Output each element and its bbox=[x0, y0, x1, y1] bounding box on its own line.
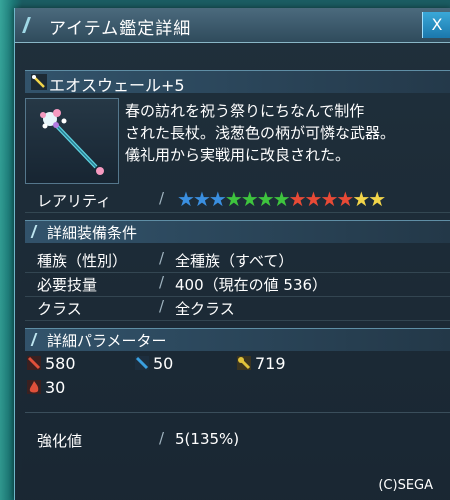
param-value: 50 bbox=[153, 354, 174, 373]
requirement-row-class: クラス / 全クラス bbox=[25, 296, 450, 321]
technique-attack-icon bbox=[237, 356, 251, 370]
requirements-title: 詳細装備条件 bbox=[47, 224, 138, 242]
grind-label: 強化値 bbox=[37, 432, 83, 450]
separator: / bbox=[159, 189, 165, 207]
requirement-row-skill: 必要技量 / 400（現在の値 536） bbox=[25, 272, 450, 297]
rarity-star-icon: ★ bbox=[272, 187, 291, 211]
item-appraisal-window: アイテム鑑定詳細 X エオスウェール+5 春の訪れを祝う祭りにちなんで制作 され… bbox=[14, 8, 450, 500]
parameters-title: 詳細パラメーター bbox=[47, 332, 167, 350]
close-icon: X bbox=[431, 15, 443, 34]
separator: / bbox=[159, 273, 165, 291]
rarity-star-icon: ★ bbox=[224, 187, 243, 211]
rarity-star-icon: ★ bbox=[240, 187, 259, 211]
description-line: 儀礼用から実戦用に改良された。 bbox=[125, 146, 351, 164]
rarity-star-icon: ★ bbox=[368, 187, 386, 211]
requirement-label: クラス bbox=[37, 300, 82, 318]
divider bbox=[25, 412, 450, 413]
title-bar: アイテム鑑定詳細 X bbox=[15, 8, 450, 43]
separator: / bbox=[159, 297, 165, 315]
window-title: アイテム鑑定詳細 bbox=[49, 19, 192, 39]
requirement-value: 全クラス bbox=[175, 300, 235, 318]
title-accent bbox=[22, 17, 45, 33]
rarity-star-icon: ★ bbox=[336, 187, 354, 211]
rarity-row: レアリティ / ★★★★★★★★★★★★★ bbox=[25, 188, 450, 213]
parameters-section-header: 詳細パラメーター bbox=[25, 328, 450, 351]
rarity-star-icon: ★ bbox=[352, 187, 370, 211]
rarity-star-icon: ★ bbox=[256, 187, 275, 211]
separator: / bbox=[159, 249, 165, 267]
rarity-stars: ★★★★★★★★★★★★★ bbox=[177, 187, 386, 211]
item-name: エオスウェール+5 bbox=[49, 76, 185, 95]
requirement-label: 種族（性別） bbox=[37, 252, 128, 270]
item-description: 春の訪れを祝う祭りにちなんで制作 された長杖。浅葱色の柄が可憐な武器。 儀礼用か… bbox=[125, 100, 445, 166]
striking-attack-icon bbox=[27, 356, 41, 370]
section-bullet bbox=[30, 225, 46, 238]
requirement-value: 全種族（すべて） bbox=[175, 252, 294, 270]
copyright-text: (C)SEGA bbox=[378, 478, 433, 493]
param-value: 580 bbox=[45, 354, 76, 373]
rarity-star-icon: ★ bbox=[320, 187, 338, 211]
param-value: 30 bbox=[45, 378, 66, 397]
section-bullet bbox=[30, 333, 46, 346]
description-line: された長杖。浅葱色の柄が可憐な武器。 bbox=[125, 124, 396, 142]
rarity-label: レアリティ bbox=[37, 192, 112, 210]
rarity-star-icon: ★ bbox=[288, 187, 307, 211]
staff-image bbox=[40, 109, 104, 175]
description-line: 春の訪れを祝う祭りにちなんで制作 bbox=[125, 102, 365, 120]
rarity-star-icon: ★ bbox=[177, 187, 195, 211]
param-value: 719 bbox=[255, 354, 286, 373]
item-name-header: エオスウェール+5 bbox=[25, 70, 450, 95]
requirement-value: 400（現在の値 536） bbox=[175, 276, 328, 294]
item-thumbnail bbox=[25, 98, 119, 184]
rarity-star-icon: ★ bbox=[304, 187, 323, 211]
element-fire-icon bbox=[27, 380, 41, 394]
ranged-attack-icon bbox=[135, 356, 149, 370]
sword-icon bbox=[31, 74, 47, 90]
separator: / bbox=[159, 429, 165, 447]
grind-value: 5(135%) bbox=[175, 430, 240, 448]
rarity-star-icon: ★ bbox=[192, 187, 211, 211]
requirement-row-race: 種族（性別） / 全種族（すべて） bbox=[25, 248, 450, 273]
rarity-star-icon: ★ bbox=[208, 187, 227, 211]
close-button[interactable]: X bbox=[422, 12, 450, 38]
requirement-label: 必要技量 bbox=[37, 276, 98, 294]
grind-row: 強化値 / 5(135%) bbox=[25, 428, 450, 452]
requirements-section-header: 詳細装備条件 bbox=[25, 220, 450, 243]
